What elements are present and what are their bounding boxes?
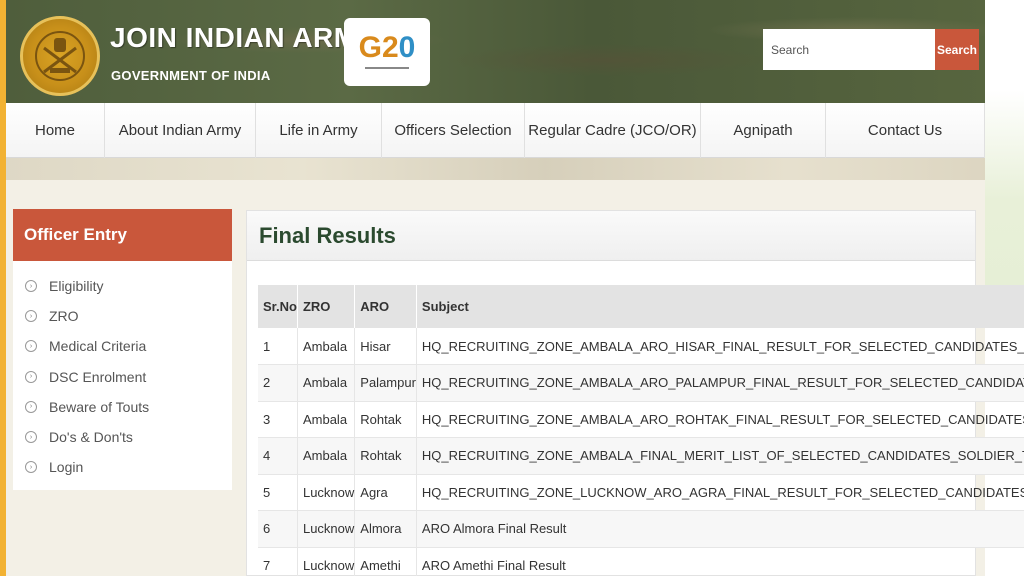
sidebar-heading: Officer Entry — [13, 209, 232, 261]
sidebar-item-dsc-enrolment[interactable]: › DSC Enrolment — [13, 362, 232, 392]
sidebar-item-label: Do's & Don'ts — [49, 429, 133, 446]
cell-srno: 5 — [258, 474, 298, 511]
table-row: 1 Ambala Hisar HQ_RECRUITING_ZONE_AMBALA… — [258, 328, 1024, 365]
cell-srno: 2 — [258, 364, 298, 402]
cell-zro: Lucknow — [297, 547, 356, 576]
table-row: 6 Lucknow Almora ARO Almora Final Result — [258, 510, 1024, 548]
sidebar-menu: › Eligibility › ZRO › Medical Criteria ›… — [13, 261, 232, 490]
main-navigation: Home About Indian Army Life in Army Offi… — [6, 103, 985, 158]
nav-item-agnipath[interactable]: Agnipath — [701, 103, 826, 158]
cell-zro: Lucknow — [297, 510, 356, 548]
sidebar-item-label: Beware of Touts — [49, 398, 150, 415]
column-header-subject: Subject — [416, 285, 1024, 328]
sidebar-item-eligibility[interactable]: › Eligibility — [13, 271, 232, 301]
table-row: 2 Ambala Palampur HQ_RECRUITING_ZONE_AMB… — [258, 364, 1024, 402]
sidebar-item-label: Login — [49, 459, 84, 476]
table-row: 5 Lucknow Agra HQ_RECRUITING_ZONE_LUCKNO… — [258, 474, 1024, 511]
sidebar-item-login[interactable]: › Login — [13, 452, 232, 482]
cell-zro: Ambala — [297, 328, 356, 365]
nav-item-contact-us[interactable]: Contact Us — [826, 103, 985, 158]
search-input[interactable] — [763, 29, 935, 70]
g20-tagline-graphic — [365, 67, 409, 69]
camouflage-band — [6, 158, 985, 180]
cell-aro: Palampur — [354, 364, 417, 402]
cell-subject-link[interactable]: HQ_RECRUITING_ZONE_AMBALA_ARO_ROHTAK_FIN… — [416, 401, 1024, 438]
sidebar-item-label: Eligibility — [49, 278, 104, 295]
nav-item-life-in-army[interactable]: Life in Army — [256, 103, 382, 158]
circle-arrow-icon: › — [25, 400, 37, 413]
sidebar-item-label: Medical Criteria — [49, 338, 147, 355]
cell-subject-link[interactable]: HQ_RECRUITING_ZONE_AMBALA_FINAL_MERIT_LI… — [416, 437, 1024, 475]
sidebar-item-label: DSC Enrolment — [49, 368, 147, 385]
circle-arrow-icon: › — [25, 340, 37, 353]
circle-arrow-icon: › — [25, 370, 37, 383]
cell-aro: Almora — [354, 510, 417, 548]
circle-arrow-icon: › — [25, 461, 37, 474]
cell-zro: Ambala — [297, 401, 356, 438]
cell-srno: 3 — [258, 401, 298, 438]
cell-zro: Lucknow — [297, 474, 356, 511]
cell-srno: 6 — [258, 510, 298, 548]
cell-aro: Hisar — [354, 328, 417, 365]
nav-item-about-indian-army[interactable]: About Indian Army — [105, 103, 256, 158]
cell-subject-link[interactable]: ARO Almora Final Result — [416, 510, 1024, 548]
nav-item-officers-selection[interactable]: Officers Selection — [382, 103, 525, 158]
site-title: JOIN INDIAN ARMY — [110, 22, 377, 53]
nav-item-home[interactable]: Home — [6, 103, 105, 158]
sidebar-item-beware-of-touts[interactable]: › Beware of Touts — [13, 392, 232, 422]
army-emblem-logo[interactable] — [20, 16, 100, 96]
emblem-icon — [35, 31, 85, 81]
table-row: 7 Lucknow Amethi ARO Amethi Final Result — [258, 547, 1024, 576]
search-button[interactable]: Search — [935, 29, 979, 70]
cell-aro: Rohtak — [354, 401, 417, 438]
results-panel-header: Final Results — [247, 211, 975, 261]
sidebar-item-label: ZRO — [49, 308, 79, 325]
table-row: 3 Ambala Rohtak HQ_RECRUITING_ZONE_AMBAL… — [258, 401, 1024, 438]
cell-zro: Ambala — [297, 437, 356, 475]
table-header-row: Sr.No ZRO ARO Subject — [258, 285, 1024, 328]
nav-item-regular-cadre[interactable]: Regular Cadre (JCO/OR) — [525, 103, 701, 158]
sidebar-item-zro[interactable]: › ZRO — [13, 301, 232, 331]
cell-subject-link[interactable]: HQ_RECRUITING_ZONE_AMBALA_ARO_PALAMPUR_F… — [416, 364, 1024, 402]
g20-logo-text: G20 — [358, 31, 416, 64]
cell-aro: Rohtak — [354, 437, 417, 475]
column-header-srno: Sr.No — [258, 285, 298, 328]
cell-subject-link[interactable]: HQ_RECRUITING_ZONE_AMBALA_ARO_HISAR_FINA… — [416, 328, 1024, 365]
cell-subject-link[interactable]: ARO Amethi Final Result — [416, 547, 1024, 576]
column-header-zro: ZRO — [297, 285, 356, 328]
results-table: Sr.No ZRO ARO Subject 1 Ambala Hisar HQ_… — [258, 285, 1024, 576]
cell-aro: Agra — [354, 474, 417, 511]
column-header-aro: ARO — [354, 285, 417, 328]
results-table-container[interactable]: Sr.No ZRO ARO Subject 1 Ambala Hisar HQ_… — [258, 285, 1024, 576]
circle-arrow-icon: › — [25, 431, 37, 444]
circle-arrow-icon: › — [25, 310, 37, 323]
site-header: JOIN INDIAN ARMY GOVERNMENT OF INDIA G20… — [6, 0, 985, 103]
cell-srno: 4 — [258, 437, 298, 475]
site-subtitle: GOVERNMENT OF INDIA — [111, 68, 271, 83]
cell-srno: 1 — [258, 328, 298, 365]
sidebar-item-medical-criteria[interactable]: › Medical Criteria — [13, 331, 232, 361]
table-row: 4 Ambala Rohtak HQ_RECRUITING_ZONE_AMBAL… — [258, 437, 1024, 475]
cell-srno: 7 — [258, 547, 298, 576]
g20-logo: G20 — [344, 18, 430, 86]
cell-aro: Amethi — [354, 547, 417, 576]
sidebar-item-dos-and-donts[interactable]: › Do's & Don'ts — [13, 422, 232, 452]
cell-zro: Ambala — [297, 364, 356, 402]
circle-arrow-icon: › — [25, 280, 37, 293]
cell-subject-link[interactable]: HQ_RECRUITING_ZONE_LUCKNOW_ARO_AGRA_FINA… — [416, 474, 1024, 511]
page-title: Final Results — [259, 223, 396, 248]
